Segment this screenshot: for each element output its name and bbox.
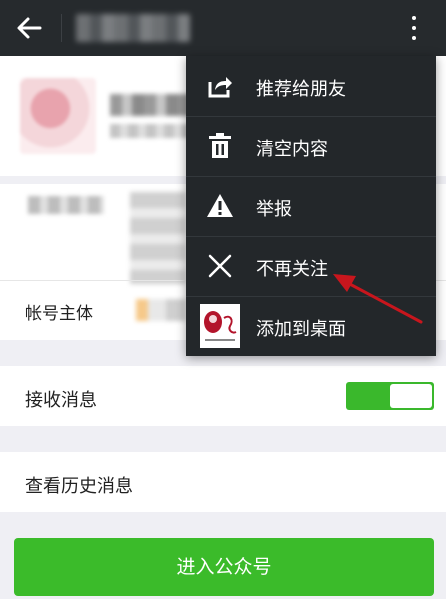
receive-messages-label: 接收消息 — [25, 390, 97, 411]
warning-icon — [207, 194, 233, 217]
history-messages-label: 查看历史消息 — [25, 476, 133, 497]
menu-item-label: 推荐给朋友 — [256, 79, 346, 100]
menu-item-label: 清空内容 — [256, 139, 328, 160]
trash-icon — [209, 133, 231, 158]
more-vertical-icon[interactable] — [404, 14, 424, 42]
menu-item-report[interactable]: 举报 — [186, 176, 436, 236]
menu-item-add-to-desktop[interactable]: 添加到桌面 — [186, 296, 436, 356]
intro-label-blurred — [28, 196, 104, 214]
receive-messages-row: 接收消息 — [0, 366, 446, 426]
account-id-blurred — [110, 124, 196, 138]
menu-item-unfollow[interactable]: 不再关注 — [186, 236, 436, 296]
title-divider — [61, 14, 62, 42]
history-messages-row[interactable]: 查看历史消息 — [0, 452, 446, 512]
top-bar — [0, 0, 446, 56]
toggle-thumb — [390, 384, 432, 408]
menu-item-label: 举报 — [256, 199, 292, 220]
menu-item-recommend[interactable]: 推荐给朋友 — [186, 56, 436, 116]
avatar — [20, 78, 96, 154]
receive-messages-toggle[interactable] — [346, 382, 434, 410]
back-button[interactable] — [14, 14, 46, 42]
close-icon — [208, 254, 232, 278]
account-owner-value-blurred — [136, 299, 186, 321]
menu-item-clear[interactable]: 清空内容 — [186, 116, 436, 176]
enter-official-account-button[interactable]: 进入公众号 — [14, 538, 434, 596]
share-icon — [208, 77, 232, 98]
account-owner-label: 帐号主体 — [25, 304, 93, 324]
account-title-blurred — [76, 14, 190, 42]
menu-item-label: 不再关注 — [256, 259, 328, 280]
overflow-menu: 推荐给朋友 清空内容 举报 不再关注 添加到桌面 — [186, 56, 436, 356]
arrow-left-icon — [17, 17, 42, 39]
menu-item-label: 添加到桌面 — [256, 319, 346, 340]
intro-text-blurred — [130, 192, 186, 284]
app-thumbnail-icon — [200, 304, 240, 348]
